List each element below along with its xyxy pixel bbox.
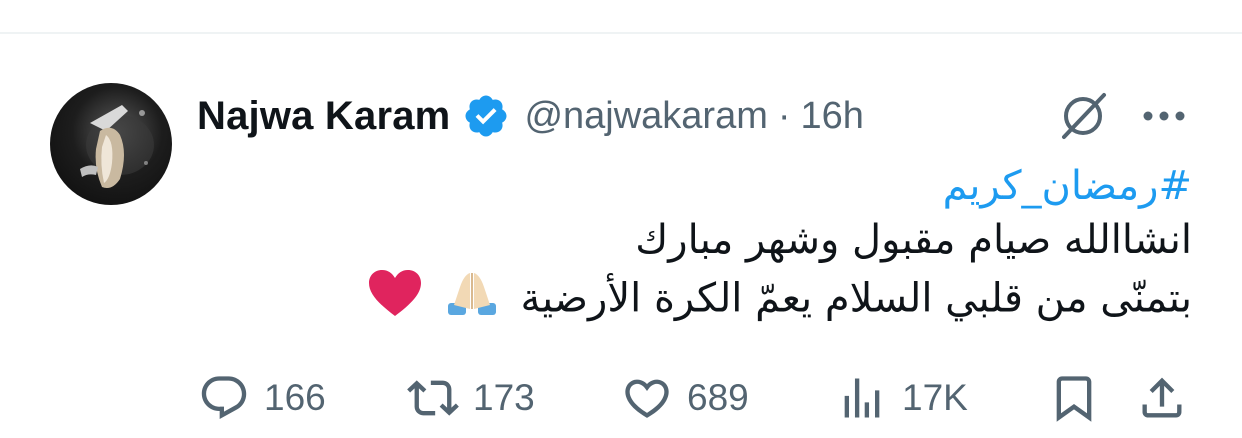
tweet-text: #رمضان_كريم انشاالله صيام مقبول وشهر مبا… [202,160,1192,333]
like-count: 689 [687,377,749,418]
header-separator: · [777,94,791,137]
retweet-icon [407,380,459,416]
top-divider [0,32,1242,34]
tweet-timestamp[interactable]: 16h [801,95,864,138]
views-count: 17K [902,377,968,418]
author-display-name[interactable]: Najwa Karam [197,94,450,139]
retweet-count: 173 [473,377,535,418]
views-chart-icon [844,378,880,418]
views-button[interactable]: 17K [836,366,968,430]
reply-count: 166 [264,377,326,418]
tweet-line-2: بتمنّى من قلبي السلام يعمّ الكرة الأرضية [202,268,1192,333]
hashtag-link[interactable]: #رمضان_كريم [202,160,1192,212]
avatar[interactable] [50,83,172,205]
bookmark-icon [1056,376,1092,422]
heart-icon [625,379,669,418]
grok-icon[interactable] [1055,88,1111,144]
tweet-line-2-text: بتمنّى من قلبي السلام يعمّ الكرة الأرضية [520,275,1192,322]
verified-badge-icon[interactable] [462,92,510,140]
retweet-button[interactable]: 173 [407,366,535,430]
author-handle[interactable]: @najwakaram [524,95,767,138]
like-button[interactable]: 689 [621,366,749,430]
avatar-photo [80,105,154,188]
more-options-icon[interactable] [1136,92,1192,140]
tweet-header: Najwa Karam @najwakaram · 16h [197,88,864,144]
tweet-actions-bar: 166 173 689 17K [0,366,1242,430]
share-button[interactable] [1136,366,1188,430]
folded-hands-emoji-icon [444,269,500,332]
reply-button[interactable]: 166 [198,366,326,430]
bookmark-button[interactable] [1048,366,1100,430]
tweet-line-1: انشاالله صيام مقبول وشهر مبارك [635,217,1192,263]
reply-icon [201,376,247,420]
red-heart-emoji-icon [367,268,423,333]
share-icon [1142,377,1182,418]
